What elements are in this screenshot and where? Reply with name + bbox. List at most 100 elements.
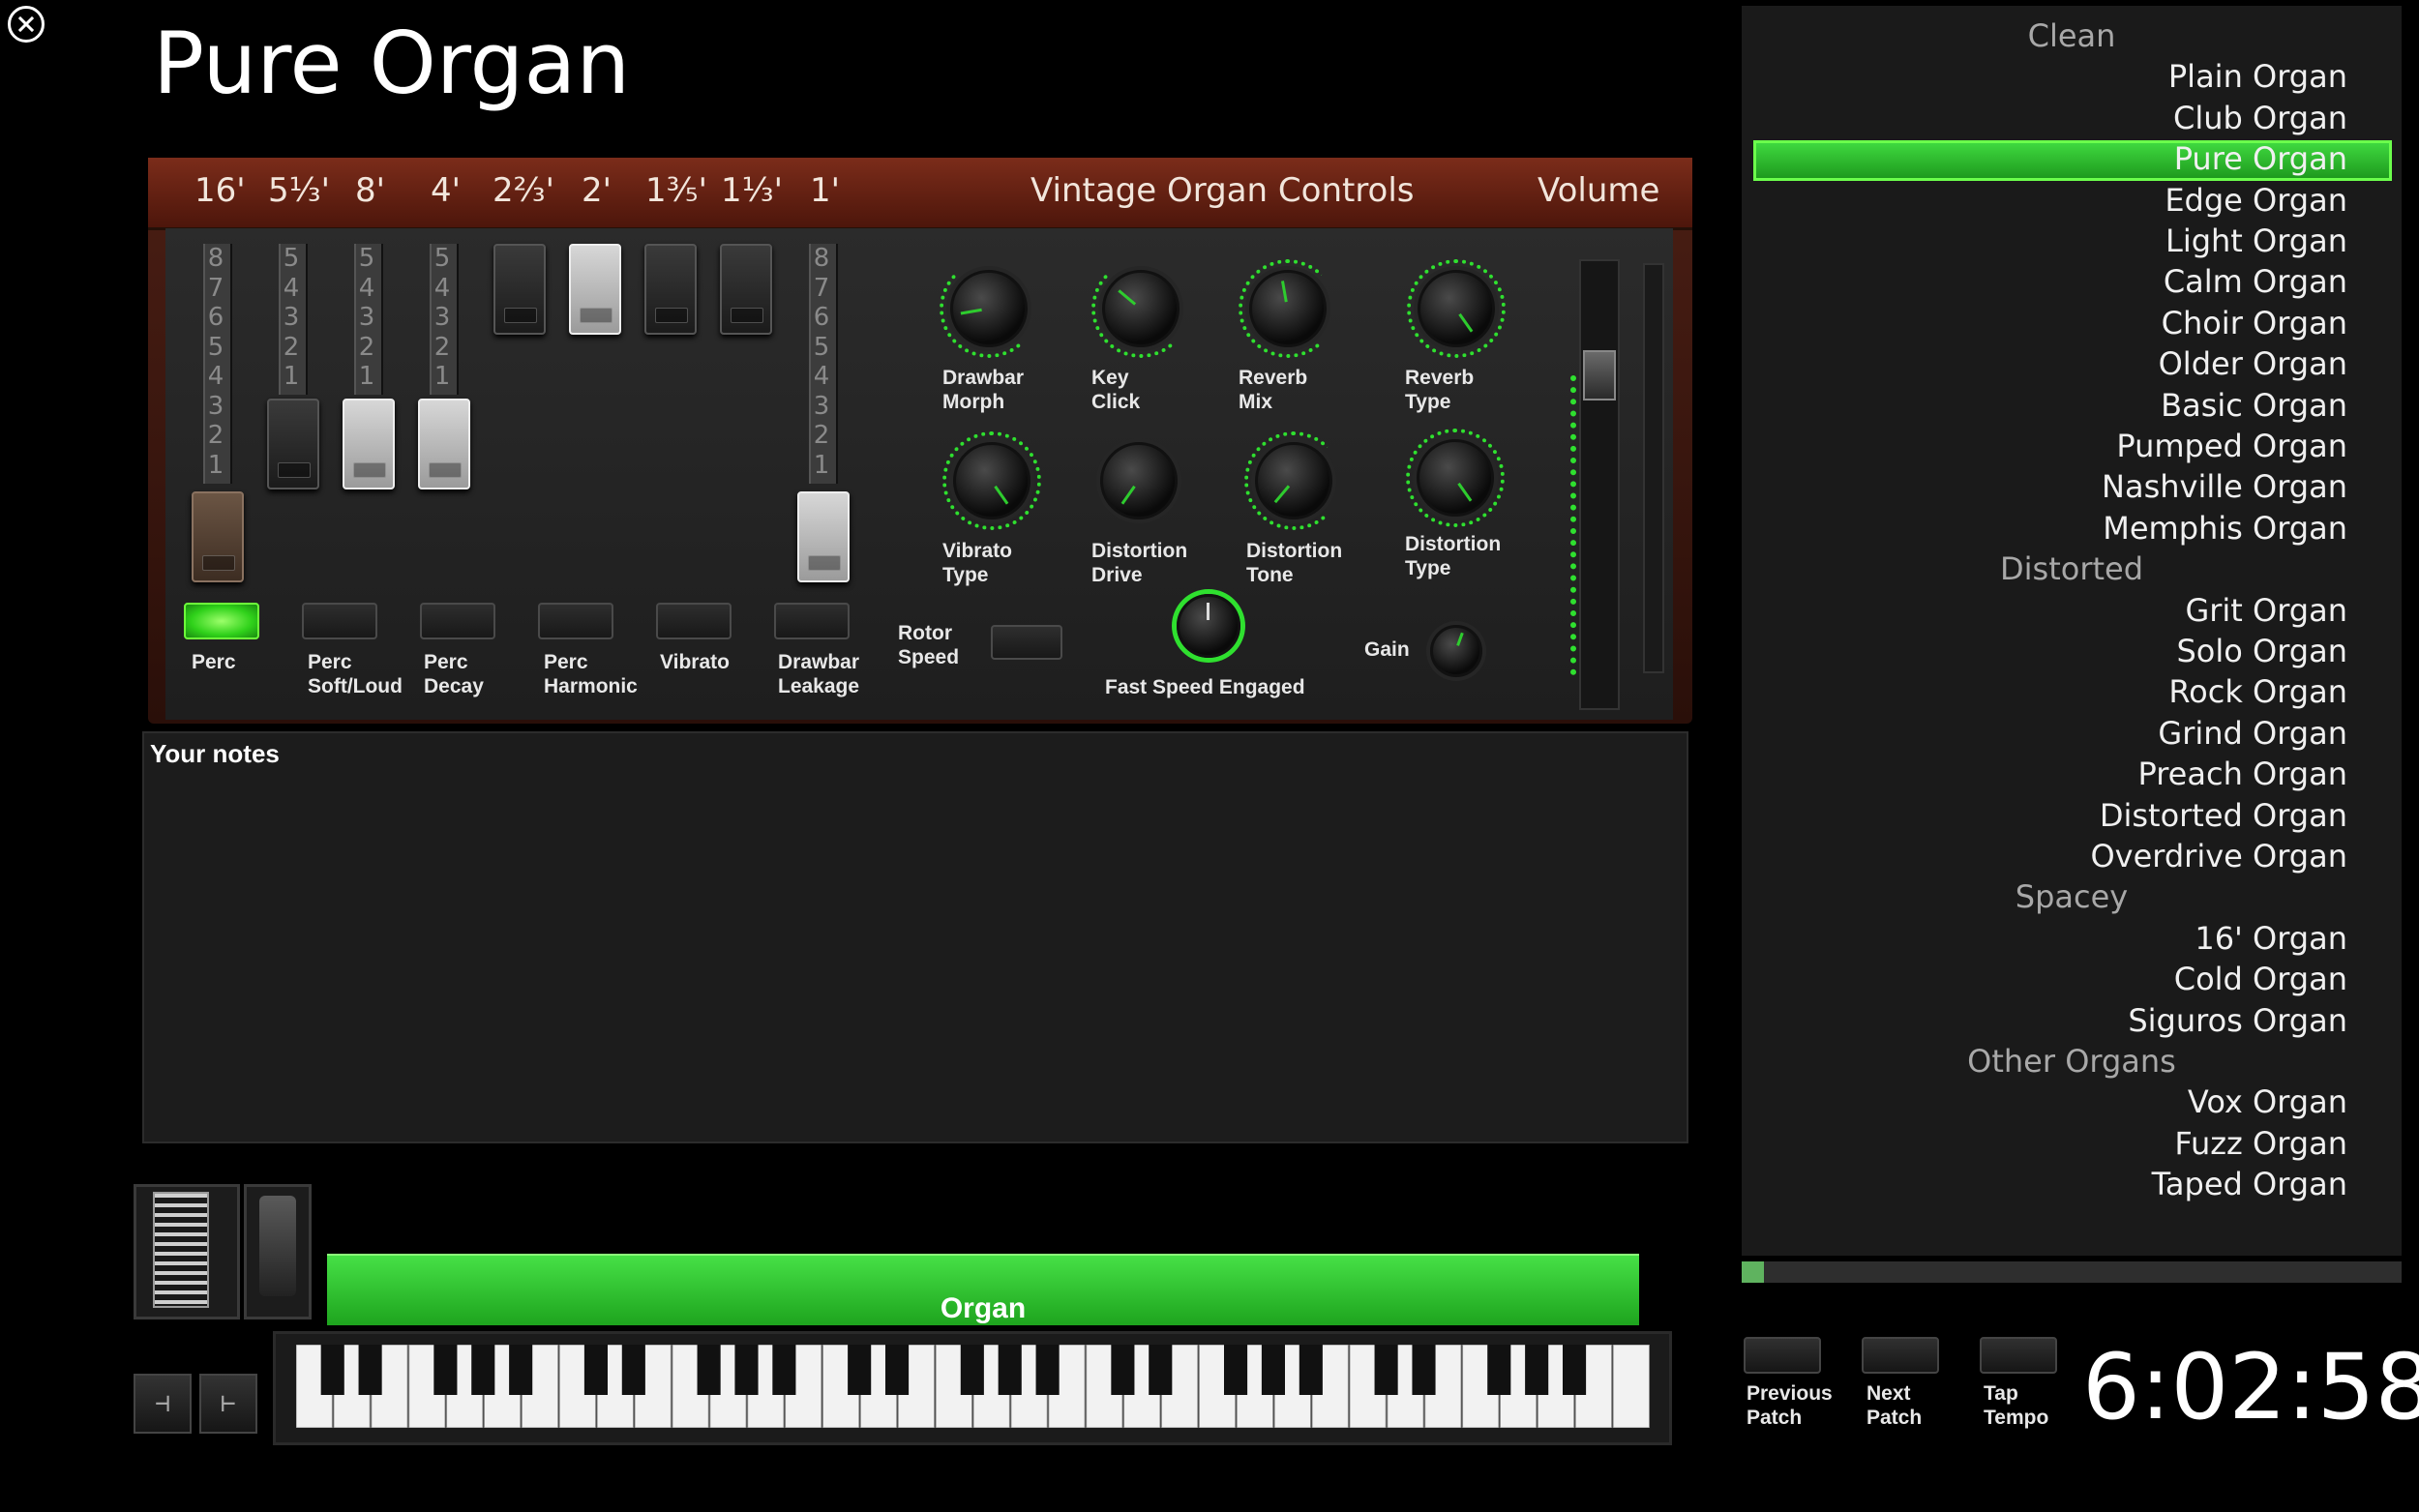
patch-item[interactable]: Preach Organ xyxy=(2137,756,2347,792)
black-key[interactable] xyxy=(1487,1345,1511,1395)
volume-meter xyxy=(1643,263,1664,673)
next-patch-button[interactable] xyxy=(1862,1337,1939,1374)
black-key[interactable] xyxy=(885,1345,910,1395)
patch-item[interactable]: Edge Organ xyxy=(2165,182,2347,219)
black-key[interactable] xyxy=(471,1345,495,1395)
distortion-type-knob[interactable] xyxy=(1406,429,1505,527)
patch-item[interactable]: 16' Organ xyxy=(2195,920,2347,957)
gain-knob[interactable] xyxy=(1430,625,1482,677)
black-key[interactable] xyxy=(734,1345,759,1395)
patch-item[interactable]: Nashville Organ xyxy=(2102,468,2347,505)
expression-pedal[interactable] xyxy=(259,1196,296,1296)
previous-patch-button[interactable] xyxy=(1744,1337,1821,1374)
footage-label: 8' xyxy=(355,171,385,210)
drawbar-handle[interactable] xyxy=(192,491,244,582)
volume-slider-track[interactable] xyxy=(1579,259,1620,710)
patch-item[interactable]: Taped Organ xyxy=(2152,1166,2347,1202)
black-key[interactable] xyxy=(960,1345,984,1395)
rotor-speed-switch[interactable] xyxy=(991,625,1062,660)
black-key[interactable] xyxy=(1374,1345,1398,1395)
patch-item[interactable]: Club Organ xyxy=(2173,100,2347,136)
black-key[interactable] xyxy=(1035,1345,1060,1395)
octave-down-icon[interactable]: ⊣ xyxy=(134,1374,192,1434)
reverb-type-knob[interactable] xyxy=(1407,259,1506,358)
black-key[interactable] xyxy=(1224,1345,1248,1395)
patch-item[interactable]: Choir Organ xyxy=(2162,305,2347,341)
black-key[interactable] xyxy=(358,1345,382,1395)
patch-item[interactable]: Distorted Organ xyxy=(2100,797,2347,834)
key-click-knob[interactable] xyxy=(1091,259,1190,358)
patch-item[interactable]: Memphis Organ xyxy=(2103,510,2347,547)
patch-list-scrollbar[interactable] xyxy=(1742,1261,2402,1283)
octave-up-icon[interactable]: ⊢ xyxy=(199,1374,257,1434)
close-icon[interactable] xyxy=(8,6,45,43)
black-key[interactable] xyxy=(998,1345,1022,1395)
drawbar-handle[interactable] xyxy=(343,399,395,489)
patch-item[interactable]: Fuzz Organ xyxy=(2174,1125,2347,1162)
patch-item[interactable]: Cold Organ xyxy=(2174,961,2347,997)
knob-label: Reverb Mix xyxy=(1239,367,1308,413)
notes-area[interactable] xyxy=(142,731,1688,1143)
mod-wheel[interactable] xyxy=(153,1192,209,1308)
vibrato-type-knob[interactable] xyxy=(942,431,1041,530)
tap-tempo-button[interactable] xyxy=(1980,1337,2057,1374)
patch-item[interactable]: Pumped Organ xyxy=(2116,428,2347,464)
patch-item[interactable]: Calm Organ xyxy=(2164,263,2347,300)
black-key[interactable] xyxy=(1525,1345,1549,1395)
drawbar-leakage-switch[interactable] xyxy=(774,603,850,639)
perc-switch[interactable] xyxy=(184,603,259,639)
volume-label: Volume xyxy=(1538,171,1660,210)
piano-keyboard[interactable] xyxy=(296,1345,1651,1428)
perc-harmonic-switch[interactable] xyxy=(538,603,613,639)
black-key[interactable] xyxy=(583,1345,608,1395)
reverb-mix-knob[interactable] xyxy=(1239,259,1337,358)
patch-item[interactable]: Grind Organ xyxy=(2158,715,2347,752)
black-key[interactable] xyxy=(1563,1345,1587,1395)
volume-slider-handle[interactable] xyxy=(1583,350,1616,400)
patch-item[interactable]: Plain Organ xyxy=(2168,58,2347,95)
rotor-speed-knob[interactable] xyxy=(1177,594,1240,658)
drawbar-handle[interactable] xyxy=(418,399,470,489)
perc-soft-loud-switch[interactable] xyxy=(302,603,377,639)
category-header: Other Organs xyxy=(1967,1043,2176,1080)
patch-item[interactable]: Rock Organ xyxy=(2168,673,2347,710)
perc-decay-label: Perc Decay xyxy=(424,651,484,697)
black-key[interactable] xyxy=(848,1345,872,1395)
vibrato-switch[interactable] xyxy=(656,603,732,639)
black-key[interactable] xyxy=(697,1345,721,1395)
distortion-tone-knob[interactable] xyxy=(1244,431,1343,530)
footage-label: 2⅔' xyxy=(493,171,554,210)
patch-item[interactable]: Light Organ xyxy=(2165,222,2347,259)
drawbar-handle[interactable] xyxy=(797,491,850,582)
patch-item[interactable]: Vox Organ xyxy=(2188,1083,2347,1120)
black-key[interactable] xyxy=(1111,1345,1135,1395)
drawbar-handle[interactable] xyxy=(569,244,621,335)
drawbar-handle[interactable] xyxy=(720,244,772,335)
drawbar-handle[interactable] xyxy=(493,244,546,335)
black-key[interactable] xyxy=(772,1345,796,1395)
patch-item[interactable]: Older Organ xyxy=(2159,345,2347,382)
patch-list-scroll-thumb[interactable] xyxy=(1742,1261,1765,1283)
black-key[interactable] xyxy=(1149,1345,1173,1395)
patch-item[interactable]: Solo Organ xyxy=(2176,633,2347,669)
category-header: Distorted xyxy=(1999,550,2144,588)
patch-item[interactable]: Pure Organ xyxy=(2174,140,2347,177)
perc-label: Perc xyxy=(192,651,236,673)
black-key[interactable] xyxy=(433,1345,458,1395)
black-key[interactable] xyxy=(1299,1345,1323,1395)
black-key[interactable] xyxy=(1412,1345,1436,1395)
patch-item[interactable]: Basic Organ xyxy=(2161,387,2347,424)
drawbar-handle[interactable] xyxy=(644,244,697,335)
patch-item[interactable]: Grit Organ xyxy=(2185,592,2347,629)
distortion-drive-knob[interactable] xyxy=(1100,442,1178,519)
black-key[interactable] xyxy=(621,1345,645,1395)
patch-item[interactable]: Overdrive Organ xyxy=(2090,838,2347,875)
black-key[interactable] xyxy=(509,1345,533,1395)
drawbar-handle[interactable] xyxy=(267,399,319,489)
white-key[interactable] xyxy=(1612,1345,1650,1428)
perc-decay-switch[interactable] xyxy=(420,603,495,639)
drawbar-morph-knob[interactable] xyxy=(940,259,1038,358)
black-key[interactable] xyxy=(320,1345,344,1395)
black-key[interactable] xyxy=(1261,1345,1285,1395)
patch-item[interactable]: Siguros Organ xyxy=(2128,1002,2347,1039)
